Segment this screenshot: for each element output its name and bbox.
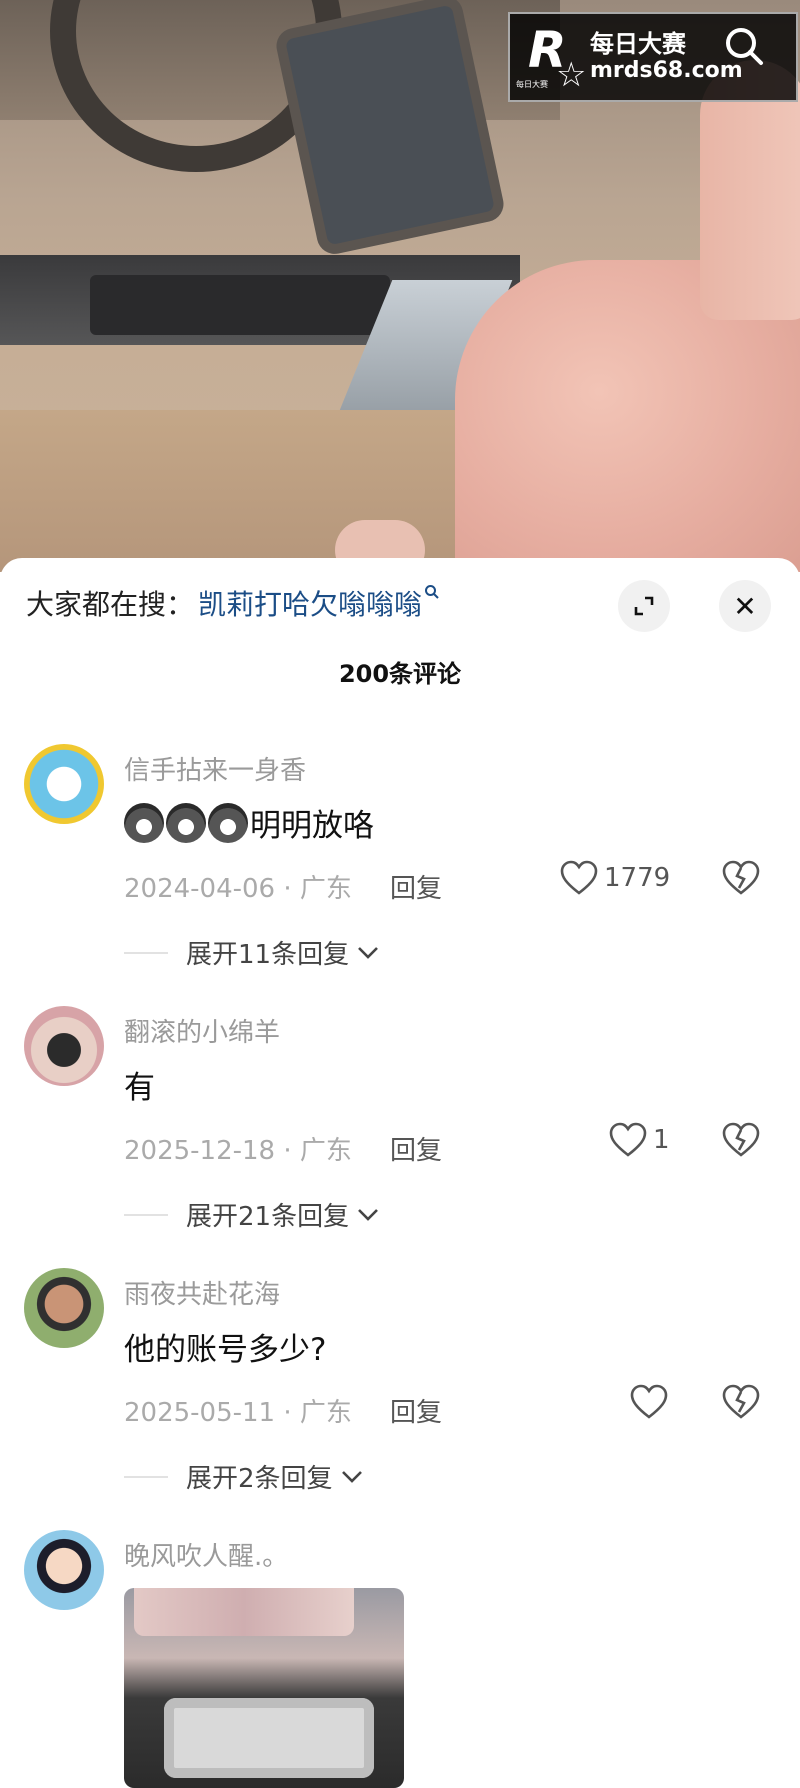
expand-replies-button[interactable]: 展开11条回复 (124, 934, 379, 971)
divider-line (124, 1213, 168, 1216)
comment-username[interactable]: 晚风吹人醒.。 (124, 1536, 288, 1573)
hot-search-row: 大家都在搜： 凯莉打哈欠嗡嗡嗡 (26, 578, 440, 628)
avatar[interactable] (24, 744, 104, 824)
expand-icon (634, 596, 654, 616)
search-icon (424, 584, 440, 605)
watermark-url: mrds68.com (590, 58, 743, 84)
chevron-down-icon (358, 946, 379, 959)
wolf-emoji-icon (208, 802, 248, 843)
wolf-emoji-icon (166, 802, 206, 843)
like-button[interactable] (630, 1384, 674, 1420)
broken-heart-icon (722, 1384, 760, 1419)
comment-username[interactable]: 雨夜共赴花海 (124, 1274, 280, 1311)
expand-replies-text: 展开21条回复 (186, 1202, 350, 1232)
comment-text-row: 明明放咯 (124, 800, 374, 845)
watermark-cn-text: 每日大赛 (590, 29, 686, 58)
comment-count: 200条评论 (338, 660, 462, 688)
avatar[interactable] (24, 1268, 104, 1348)
divider-line (124, 951, 168, 954)
like-count: 1 (653, 1125, 670, 1155)
reply-button[interactable]: 回复 (390, 868, 442, 905)
dislike-button[interactable] (722, 860, 760, 900)
comment-username[interactable]: 信手拈来一身香 (124, 750, 306, 787)
watermark-logo: R ☆ 每日大赛 (510, 17, 590, 97)
hot-search-link[interactable]: 凯莉打哈欠嗡嗡嗡 (198, 583, 422, 623)
expand-replies-button[interactable]: 展开21条回复 (124, 1196, 379, 1233)
comment-image-attachment[interactable] (124, 1588, 404, 1788)
dislike-button[interactable] (722, 1384, 760, 1424)
image-preview-car (164, 1698, 374, 1778)
chevron-down-icon (341, 1470, 362, 1483)
comment-text: 有 (124, 1070, 155, 1106)
like-button[interactable]: 1 (609, 1122, 670, 1158)
comment-meta: 2025-12-18 · 广东 (124, 1136, 352, 1166)
expand-replies-text: 展开11条回复 (186, 940, 350, 970)
heart-icon (560, 860, 598, 895)
avatar[interactable] (24, 1006, 104, 1086)
reply-button[interactable]: 回复 (390, 1392, 442, 1429)
comment-meta: 2025-05-11 · 广东 (124, 1398, 352, 1428)
broken-heart-icon (722, 860, 760, 895)
chevron-down-icon (358, 1208, 379, 1221)
watermark-logo-small: 每日大赛 (516, 80, 548, 89)
image-preview-top (134, 1588, 354, 1636)
hot-search-label: 大家都在搜： (26, 588, 195, 621)
close-button[interactable]: ✕ (719, 580, 771, 632)
reply-button[interactable]: 回复 (390, 1130, 442, 1167)
like-button[interactable]: 1779 (560, 860, 670, 896)
divider-line (124, 1475, 168, 1478)
comment-meta: 2024-04-06 · 广东 (124, 874, 352, 904)
video-tray (90, 275, 390, 335)
broken-heart-icon (722, 1122, 760, 1157)
comment-text: 他的账号多少? (124, 1332, 327, 1368)
expand-button[interactable] (618, 580, 670, 632)
expand-replies-text: 展开2条回复 (186, 1464, 333, 1494)
heart-icon (609, 1122, 647, 1157)
star-icon: ☆ (556, 55, 587, 95)
comment-sheet: 大家都在搜： 凯莉打哈欠嗡嗡嗡 ✕ 200条评论 信手拈来一身香 明明放咯 20… (0, 558, 800, 1788)
comment-text: 明明放咯 (250, 808, 374, 844)
close-icon: ✕ (733, 589, 757, 623)
avatar[interactable] (24, 1530, 104, 1610)
dislike-button[interactable] (722, 1122, 760, 1162)
search-icon[interactable] (722, 24, 766, 68)
like-count: 1779 (604, 863, 671, 893)
wolf-emoji-icon (124, 802, 164, 843)
expand-replies-button[interactable]: 展开2条回复 (124, 1458, 363, 1495)
heart-icon (630, 1384, 668, 1419)
comment-username[interactable]: 翻滚的小绵羊 (124, 1012, 280, 1049)
